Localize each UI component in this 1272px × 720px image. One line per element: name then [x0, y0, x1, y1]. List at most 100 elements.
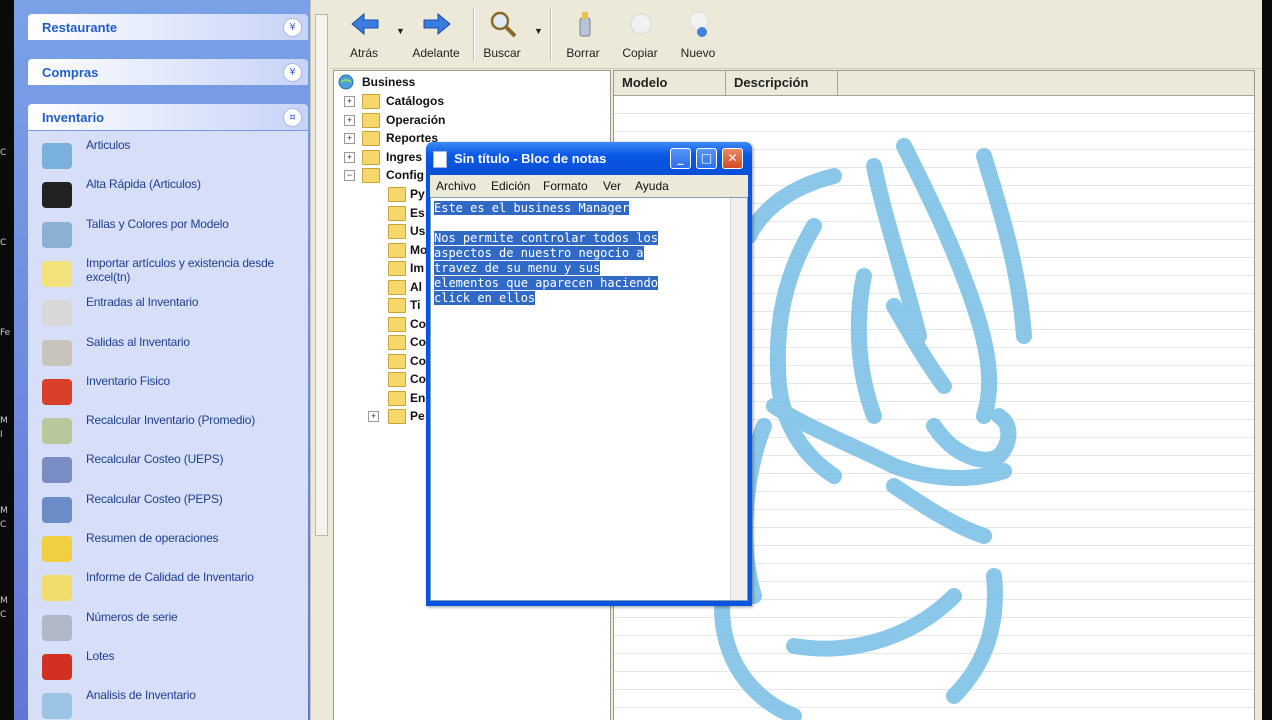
task-item-label: Recalcular Costeo (PEPS) [86, 491, 223, 506]
notepad-title-bar[interactable]: Sin título - Bloc de notas _ □ ✕ [426, 142, 752, 175]
notepad-window[interactable]: Sin título - Bloc de notas _ □ ✕ Archivo… [426, 142, 752, 606]
task-item[interactable]: Tallas y Colores por Modelo [28, 216, 308, 254]
tree-node-label: Co [410, 316, 426, 331]
folder-icon [388, 335, 406, 350]
task-item[interactable]: Recalcular Costeo (PEPS) [28, 491, 308, 529]
recalc-average-icon [42, 418, 72, 445]
forward-label: Adelante [412, 46, 460, 60]
left-edge-fragment: Fe [0, 328, 11, 338]
tree-node-label: Ingres [386, 149, 423, 164]
task-item-label: Recalcular Inventario (Promedio) [86, 413, 256, 428]
group-title: Inventario [42, 110, 105, 125]
chevron-down-icon[interactable]: ¥ [283, 63, 302, 82]
arrow-left-icon [351, 12, 379, 36]
toolbar: Atrás ▼ Adelante Buscar ▼ Borrar Copiar … [330, 0, 1262, 69]
task-item-label: Entradas al Inventario [86, 295, 199, 310]
delete-button[interactable]: Borrar [553, 6, 613, 64]
group-header-compras[interactable]: Compras ¥ [28, 59, 308, 85]
folder-icon [388, 372, 406, 387]
menu-ayuda[interactable]: Ayuda [635, 179, 669, 193]
text-line: travez de su menu y sus [434, 261, 601, 275]
tree-node-label: Al [410, 279, 422, 294]
expander-icon[interactable]: + [344, 96, 355, 107]
forward-button[interactable]: Adelante [406, 6, 466, 64]
menu-formato[interactable]: Formato [543, 179, 588, 193]
globe-icon [338, 74, 354, 90]
chevron-down-icon[interactable]: ¥ [283, 18, 302, 37]
folder-icon [388, 242, 406, 258]
menu-edicion[interactable]: Edición [491, 179, 530, 193]
chevron-up-icon[interactable]: ¤ [283, 108, 302, 127]
left-edge-fragment: M [0, 596, 8, 606]
task-item[interactable]: Articulos [28, 137, 308, 175]
pane-splitter[interactable] [310, 0, 331, 720]
tree-node-label: Co [410, 335, 426, 349]
notepad-title: Sin título - Bloc de notas [454, 151, 607, 166]
lots-icon [42, 653, 72, 680]
expander-icon[interactable]: − [344, 170, 355, 182]
new-document-icon [689, 11, 709, 37]
back-label: Atrás [349, 46, 378, 60]
left-edge-fragment: I [0, 430, 3, 440]
desktop-app: C C Fe M I M C M C Restaurante ¥ Compras… [0, 0, 1272, 720]
folder-icon [388, 224, 406, 239]
text-line: aspectos de nuestro negocio a [434, 246, 644, 260]
task-item[interactable]: Números de serie [28, 609, 308, 647]
vertical-scrollbar[interactable] [315, 14, 328, 536]
minimize-button[interactable]: _ [670, 148, 691, 169]
expander-icon[interactable]: + [344, 151, 355, 163]
back-dropdown-icon[interactable]: ▼ [396, 26, 405, 36]
task-item[interactable]: Importar artículos y existencia desde ex… [28, 255, 308, 293]
task-item[interactable]: Recalcular Inventario (Promedio) [28, 412, 308, 450]
task-item-label: Analisis de Inventario [86, 688, 196, 703]
copy-icon [630, 13, 652, 35]
tree-node-label: Es [410, 205, 425, 220]
task-item-label: Articulos [86, 138, 131, 152]
notepad-text-area[interactable]: Este es el business Manager Nos permite … [430, 197, 748, 601]
close-button[interactable]: ✕ [722, 148, 743, 169]
text-line: elementos que aparecen haciendo [434, 276, 658, 290]
inventory-analysis-icon [42, 693, 72, 720]
task-item[interactable]: Informe de Calidad de Inventario [28, 569, 308, 607]
recalc-peps-icon [42, 496, 72, 523]
quick-add-icon [42, 182, 72, 209]
notepad-vertical-scrollbar[interactable] [730, 198, 747, 600]
task-item[interactable]: Inventario Fisico [28, 373, 308, 411]
column-header-modelo[interactable]: Modelo [614, 71, 726, 95]
task-item-label: Importar artículos y existencia desde ex… [86, 255, 275, 284]
delete-label: Borrar [566, 46, 600, 60]
column-header-descripcion[interactable]: Descripción [726, 71, 838, 95]
menu-ver[interactable]: Ver [603, 179, 621, 193]
task-item[interactable]: Entradas al Inventario [28, 294, 308, 332]
left-edge-fragment: C [0, 148, 7, 158]
task-item[interactable]: Lotes [28, 648, 308, 686]
task-item[interactable]: Resumen de operaciones [28, 530, 308, 568]
task-item[interactable]: Recalcular Costeo (UEPS) [28, 451, 308, 489]
maximize-button[interactable]: □ [696, 148, 717, 169]
text-line: Nos permite controlar todos los [434, 231, 658, 245]
search-dropdown-icon[interactable]: ▼ [534, 26, 543, 36]
expander-icon[interactable]: + [344, 114, 355, 126]
copy-button[interactable]: Copiar [610, 6, 670, 64]
toolbar-separator [550, 8, 552, 62]
inventory-in-icon [42, 300, 72, 327]
inventario-task-list: Articulos Alta Rápida (Articulos) Tallas y… [28, 131, 308, 720]
task-item-label: Alta Rápida (Articulos) [86, 177, 201, 192]
task-item[interactable]: Alta Rápida (Articulos) [28, 176, 308, 214]
task-item[interactable]: Salidas al Inventario [28, 334, 308, 372]
tree-node-label: Catálogos [386, 94, 445, 108]
task-item[interactable]: Analisis de Inventario [28, 687, 308, 720]
search-button[interactable]: Buscar [472, 6, 532, 64]
task-item-label: Salidas al Inventario [86, 334, 190, 349]
expander-icon[interactable]: + [344, 133, 355, 145]
tree-node-label: Co [410, 353, 426, 368]
group-header-restaurante[interactable]: Restaurante ¥ [28, 14, 308, 40]
back-button[interactable]: Atrás [334, 6, 394, 64]
text-line-blank [434, 216, 726, 231]
group-header-inventario[interactable]: Inventario ¤ [28, 104, 308, 130]
new-button[interactable]: Nuevo [668, 6, 728, 64]
delete-bottle-icon [579, 12, 591, 37]
expander-icon[interactable]: + [368, 411, 379, 422]
notepad-text[interactable]: Este es el business Manager Nos permite … [434, 201, 726, 306]
menu-archivo[interactable]: Archivo [436, 179, 476, 193]
